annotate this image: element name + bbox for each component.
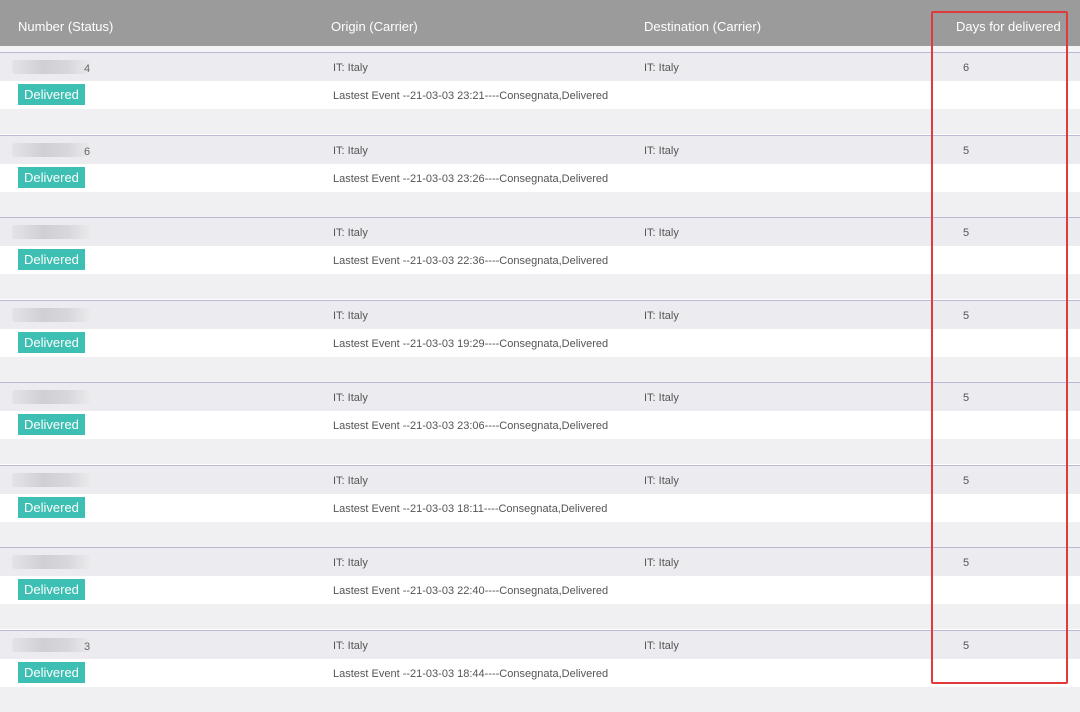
origin-carrier: IT: Italy [333,392,368,404]
shipment-row[interactable]: IT: Italy IT: Italy 5 Delivered Lastest Even… [0,299,1080,382]
row-spacer-band [0,439,1080,464]
shipment-row[interactable]: IT: Italy IT: Italy 5 Delivered Lastest Even… [0,217,1080,299]
latest-event: Lastest Event --21-03-03 19:29----Conseg… [333,337,609,350]
row-summary-band [0,630,1080,659]
days-for-delivered: 5 [963,309,970,322]
column-header-origin[interactable]: Origin (Carrier) [331,19,418,34]
table-header: Number (Status) Origin (Carrier) Destina… [0,0,1080,46]
row-spacer-band [0,274,1080,299]
row-spacer-band [0,356,1080,382]
latest-event: Lastest Event --21-03-03 23:06----Conseg… [333,420,609,432]
tracking-number-redacted[interactable] [12,637,92,652]
tracking-number-redacted[interactable] [12,555,92,569]
latest-event: Lastest Event --21-03-03 22:36----Conseg… [333,255,609,267]
tracking-number-redacted[interactable] [12,225,92,239]
tracking-number-redacted[interactable] [12,472,92,487]
destination-carrier: IT: Italy [644,62,679,74]
origin-carrier: IT: Italy [333,639,368,652]
row-summary-band [0,135,1080,164]
column-header-destination[interactable]: Destination (Carrier) [644,19,761,34]
destination-carrier: IT: Italy [644,639,679,652]
days-for-delivered: 5 [963,227,970,239]
status-badge: Delivered [18,166,85,188]
latest-event: Lastest Event --21-03-03 18:11----Conseg… [333,502,608,515]
days-for-delivered: 5 [963,474,970,487]
row-summary-band [0,383,1080,411]
latest-event: Lastest Event --21-03-03 22:40----Conseg… [333,585,609,597]
destination-carrier: IT: Italy [644,392,679,404]
row-summary-band [0,465,1080,494]
tracking-number-redacted[interactable] [12,142,92,157]
days-for-delivered: 5 [963,557,970,569]
row-summary-band [0,548,1080,576]
status-badge: Delivered [18,661,85,683]
destination-carrier: IT: Italy [644,309,679,322]
shipment-row[interactable]: IT: Italy IT: Italy 5 Delivered Lastest Even… [0,464,1080,547]
row-summary-band [0,218,1080,246]
row-spacer-band [0,109,1080,134]
latest-event: Lastest Event --21-03-03 18:44----Conseg… [333,667,609,680]
shipment-row[interactable]: IT: Italy IT: Italy 5 Delivered Lastest Even… [0,382,1080,464]
tracking-number-tail: 3 [84,640,91,653]
origin-carrier: IT: Italy [333,557,368,569]
destination-carrier: IT: Italy [644,557,679,569]
row-summary-band [0,300,1080,329]
row-spacer-band [0,521,1080,547]
origin-carrier: IT: Italy [333,474,368,487]
latest-event: Lastest Event --21-03-03 23:21----Conseg… [333,90,609,102]
origin-carrier: IT: Italy [333,62,368,74]
shipment-row[interactable]: 6 IT: Italy IT: Italy 5 Delivered Lastest Eve… [0,134,1080,217]
tracking-number-tail: 4 [84,63,91,75]
column-header-number[interactable]: Number (Status) [18,19,113,34]
days-for-delivered: 5 [963,639,970,652]
shipment-row[interactable]: IT: Italy IT: Italy 5 Delivered Lastest Even… [0,547,1080,629]
days-for-delivered: 6 [963,62,970,74]
destination-carrier: IT: Italy [644,227,679,239]
row-spacer-band [0,191,1080,217]
status-badge: Delivered [18,414,85,435]
days-for-delivered: 5 [963,144,970,157]
tracking-number-tail: 6 [84,145,91,158]
tracking-number-redacted[interactable] [12,60,92,74]
destination-carrier: IT: Italy [644,474,679,487]
column-header-days[interactable]: Days for delivered [956,19,1061,34]
days-for-delivered: 5 [963,392,970,404]
shipment-row[interactable]: 3 IT: Italy IT: Italy 5 Delivered Lastest Eve… [0,629,1080,712]
tracking-number-redacted[interactable] [12,390,92,404]
status-badge: Delivered [18,579,85,600]
origin-carrier: IT: Italy [333,227,368,239]
status-badge: Delivered [18,331,85,353]
status-badge: Delivered [18,249,85,270]
row-spacer-band [0,686,1080,712]
status-badge: Delivered [18,84,85,105]
row-spacer-band [0,604,1080,629]
destination-carrier: IT: Italy [644,144,679,157]
shipment-row[interactable]: 4 IT: Italy IT: Italy 6 Delivered Lastest Eve… [0,52,1080,134]
origin-carrier: IT: Italy [333,144,368,157]
tracking-number-redacted[interactable] [12,307,92,322]
latest-event: Lastest Event --21-03-03 23:26----Conseg… [333,172,609,185]
origin-carrier: IT: Italy [333,309,368,322]
row-summary-band [0,53,1080,81]
status-badge: Delivered [18,496,85,518]
